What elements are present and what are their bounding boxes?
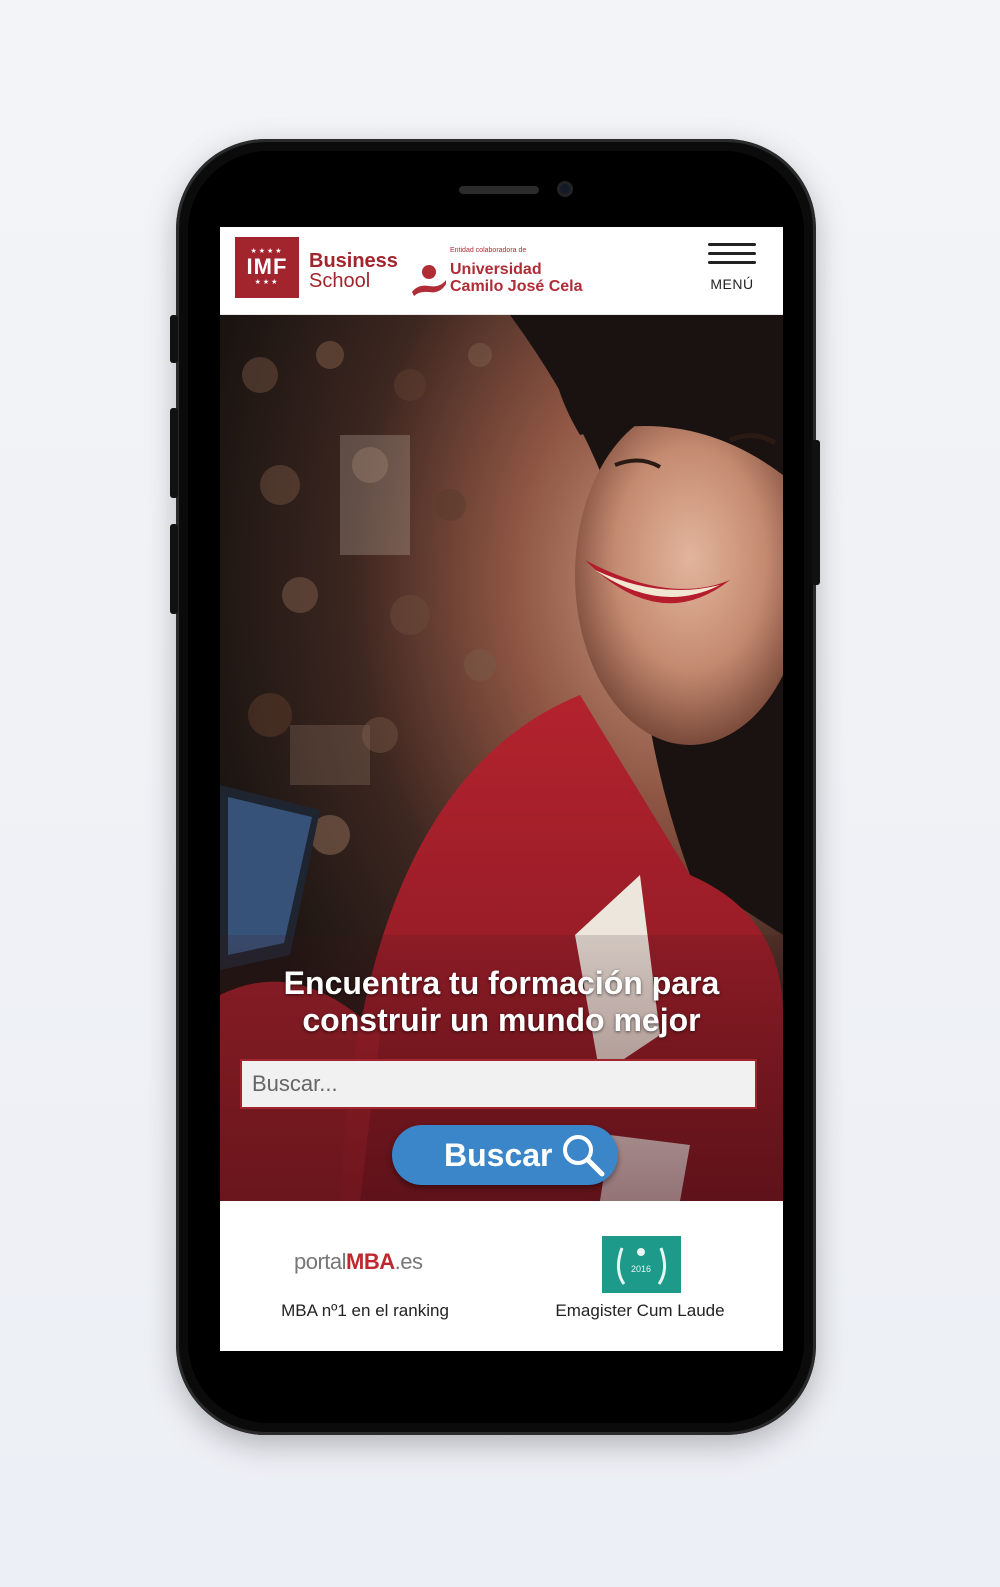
search-button[interactable]: Buscar: [392, 1125, 618, 1185]
search-input[interactable]: [240, 1059, 757, 1109]
search-button-label: Buscar: [444, 1137, 553, 1173]
laurel-icon: 2016: [617, 1247, 666, 1285]
partner-caption: Entidad colaboradora de: [450, 247, 527, 254]
side-button-volume-up: [170, 408, 178, 498]
search-icon: [563, 1135, 605, 1177]
hero-section: Encuentra tu formación para construir un…: [220, 315, 783, 1201]
ucjc-line1: Universidad: [450, 261, 542, 278]
ucjc-line2: Camilo José Cela: [450, 278, 583, 295]
logo-business: Business: [309, 250, 398, 272]
business-school-logo-text: Business School: [309, 251, 398, 291]
ucjc-logo[interactable]: Universidad Camilo José Cela: [450, 261, 583, 295]
awards-section: portalMBA.es MBA nº1 en el ranking 2016 …: [220, 1201, 783, 1351]
site-header: ★★★★ IMF ★★★ Business School Entidad col…: [220, 227, 783, 315]
phone-camera: [557, 181, 573, 197]
portal-mba: MBA: [346, 1249, 395, 1274]
side-button-volume-down: [170, 524, 178, 614]
imf-logo[interactable]: ★★★★ IMF ★★★: [235, 237, 299, 298]
emagister-year: 2016: [631, 1264, 651, 1274]
hero-title: Encuentra tu formación para construir un…: [283, 965, 720, 1038]
side-button-mute: [170, 315, 178, 363]
menu-button[interactable]: MENÚ: [702, 237, 762, 299]
logo-imf-text: IMF: [246, 254, 288, 279]
phone-speaker: [459, 186, 539, 194]
side-button-power: [812, 440, 820, 585]
logo-stars-bottom: ★★★: [254, 279, 280, 286]
portalmba-caption: MBA nº1 en el ranking: [281, 1301, 449, 1320]
phone-screen: ★★★★ IMF ★★★ Business School Entidad col…: [220, 227, 783, 1351]
logo-school: School: [309, 270, 371, 292]
portal-suffix: .es: [394, 1249, 423, 1274]
emagister-badge[interactable]: 2016: [602, 1236, 681, 1293]
portalmba-logo[interactable]: portalMBA.es: [294, 1249, 423, 1275]
menu-label: MENÚ: [710, 276, 754, 292]
emagister-caption: Emagister Cum Laude: [555, 1301, 725, 1320]
person-icon: [412, 265, 446, 296]
portal-prefix: portal: [294, 1249, 347, 1274]
hamburger-icon: [702, 243, 762, 264]
